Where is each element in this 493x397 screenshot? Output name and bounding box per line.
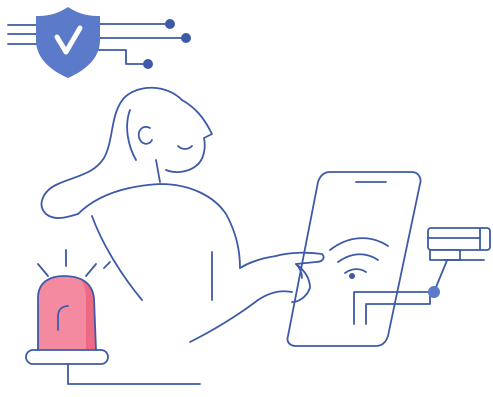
illustration-canvas	[7, 7, 491, 385]
security-camera-icon	[427, 227, 491, 261]
smart-home-security-illustration	[0, 0, 493, 397]
upper-arm	[239, 255, 277, 269]
camera-mount	[429, 249, 461, 261]
siren-wire	[67, 363, 201, 385]
lower-arm	[189, 290, 293, 343]
neck	[155, 159, 161, 183]
shield-check-icon	[7, 7, 191, 78]
face-profile	[165, 99, 213, 173]
circuit-node	[143, 59, 153, 69]
shoulders	[77, 183, 241, 269]
siren-rays	[37, 249, 111, 277]
hair-inner	[126, 109, 137, 161]
circuit-node	[165, 19, 175, 29]
shield-body	[36, 7, 100, 78]
alarm-siren-icon	[25, 249, 201, 385]
hair-outline	[40, 86, 183, 219]
circuit-node	[181, 33, 191, 43]
wifi-icon	[329, 237, 389, 279]
smile	[177, 145, 193, 150]
ear	[137, 126, 153, 145]
siren-base	[25, 349, 109, 365]
torso-left	[91, 215, 143, 301]
wiring-node	[428, 286, 440, 298]
